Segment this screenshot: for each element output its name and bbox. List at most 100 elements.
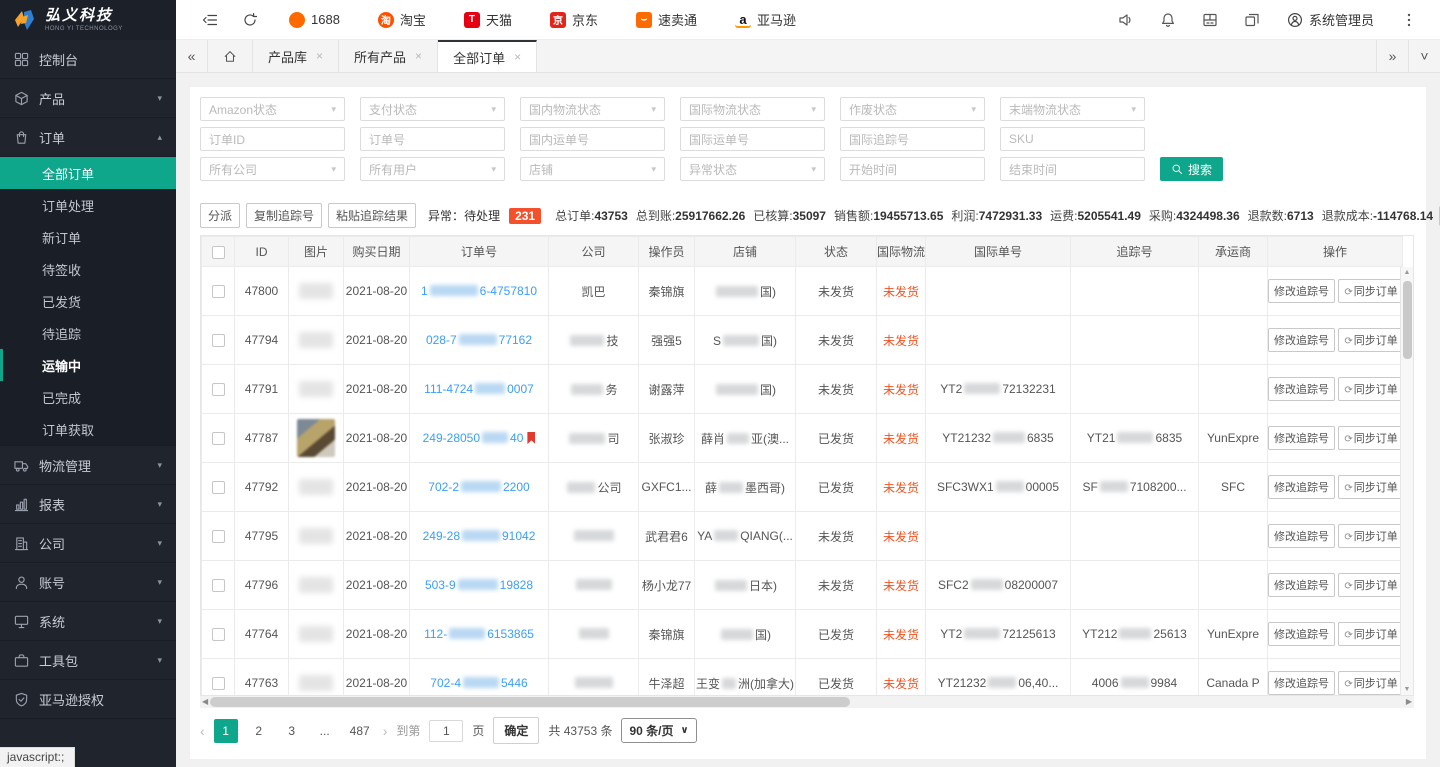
- marketplace-link-速卖通[interactable]: ⌣速卖通: [617, 0, 716, 39]
- sync-order-button[interactable]: ⟳同步订单: [1338, 328, 1402, 352]
- page-button-2[interactable]: 2: [247, 719, 271, 743]
- edit-tracking-button[interactable]: 修改追踪号: [1268, 279, 1335, 303]
- edit-tracking-button[interactable]: 修改追踪号: [1268, 573, 1335, 597]
- order-number-link[interactable]: 112-6153865: [424, 627, 534, 641]
- marketplace-link-1688[interactable]: 1688: [270, 0, 359, 39]
- page-button-487[interactable]: 487: [346, 719, 374, 743]
- sidebar-subitem-运输中[interactable]: 运输中: [0, 349, 176, 381]
- table-vertical-scrollbar[interactable]: ▲ ▼: [1400, 267, 1413, 695]
- row-checkbox[interactable]: [212, 285, 225, 298]
- filter-select-所有用户[interactable]: 所有用户▾: [360, 157, 505, 181]
- sidebar-subitem-订单获取[interactable]: 订单获取: [0, 413, 176, 445]
- tab-产品库[interactable]: 产品库×: [253, 40, 339, 72]
- sync-order-button[interactable]: ⟳同步订单: [1338, 426, 1402, 450]
- filter-input-国际追踪号[interactable]: 国际追踪号: [840, 127, 985, 151]
- sidebar-subitem-待追踪[interactable]: 待追踪: [0, 317, 176, 349]
- more-menu-button[interactable]: [1388, 0, 1430, 39]
- sidebar-item-订单[interactable]: 订单▴: [0, 118, 176, 157]
- tab-home[interactable]: [208, 40, 253, 72]
- edit-tracking-button[interactable]: 修改追踪号: [1268, 328, 1335, 352]
- filter-select-店铺[interactable]: 店铺▾: [520, 157, 665, 181]
- sidebar-subitem-订单处理[interactable]: 订单处理: [0, 189, 176, 221]
- toolbar-button-分派[interactable]: 分派: [200, 203, 240, 228]
- filter-select-Amazon状态[interactable]: Amazon状态▾: [200, 97, 345, 121]
- filter-select-异常状态[interactable]: 异常状态▾: [680, 157, 825, 181]
- tabs-scroll-right-button[interactable]: »: [1376, 40, 1408, 72]
- sync-order-button[interactable]: ⟳同步订单: [1338, 573, 1402, 597]
- notifications-button[interactable]: [1147, 0, 1189, 39]
- row-checkbox[interactable]: [212, 383, 225, 396]
- scroll-down-icon[interactable]: ▼: [1401, 686, 1413, 693]
- order-number-link[interactable]: 702-22200: [428, 480, 529, 494]
- order-number-link[interactable]: 702-45446: [430, 676, 527, 690]
- apps-button[interactable]: [1189, 0, 1231, 39]
- filter-input-SKU[interactable]: SKU: [1000, 127, 1145, 151]
- edit-tracking-button[interactable]: 修改追踪号: [1268, 524, 1335, 548]
- order-number-link[interactable]: 503-919828: [425, 578, 533, 592]
- filter-select-末端物流状态[interactable]: 末端物流状态▾: [1000, 97, 1145, 121]
- tab-所有产品[interactable]: 所有产品×: [339, 40, 438, 72]
- scroll-left-icon[interactable]: ◀: [202, 696, 208, 708]
- sidebar-item-账号[interactable]: 账号▾: [0, 563, 176, 602]
- order-number-link[interactable]: 028-777162: [426, 333, 532, 347]
- order-number-link[interactable]: 249-2805040: [423, 431, 524, 445]
- next-page-button[interactable]: ›: [383, 723, 388, 739]
- sync-order-button[interactable]: ⟳同步订单: [1338, 671, 1402, 695]
- row-checkbox[interactable]: [212, 432, 225, 445]
- sidebar-subitem-待签收[interactable]: 待签收: [0, 253, 176, 285]
- edit-tracking-button[interactable]: 修改追踪号: [1268, 426, 1335, 450]
- sidebar-item-控制台[interactable]: 控制台: [0, 40, 176, 79]
- edit-tracking-button[interactable]: 修改追踪号: [1268, 377, 1335, 401]
- edit-tracking-button[interactable]: 修改追踪号: [1268, 622, 1335, 646]
- row-checkbox[interactable]: [212, 579, 225, 592]
- horizontal-scroll-thumb[interactable]: [210, 697, 850, 707]
- sidebar-item-公司[interactable]: 公司▾: [0, 524, 176, 563]
- toolbar-button-复制追踪号[interactable]: 复制追踪号: [246, 203, 322, 228]
- toolbar-button-粘贴追踪结果[interactable]: 粘贴追踪结果: [328, 203, 416, 228]
- filter-input-国内运单号[interactable]: 国内运单号: [520, 127, 665, 151]
- filter-select-国际物流状态[interactable]: 国际物流状态▾: [680, 97, 825, 121]
- filter-input-国际运单号[interactable]: 国际运单号: [680, 127, 825, 151]
- scroll-up-icon[interactable]: ▲: [1401, 269, 1413, 276]
- table-horizontal-scrollbar[interactable]: ◀ ▶: [200, 696, 1414, 708]
- sidebar-subitem-新订单[interactable]: 新订单: [0, 221, 176, 253]
- sidebar-item-物流管理[interactable]: 物流管理▾: [0, 446, 176, 485]
- tab-close-icon[interactable]: ×: [316, 49, 323, 63]
- search-button[interactable]: 搜索: [1160, 157, 1223, 181]
- tab-close-icon[interactable]: ×: [415, 49, 422, 63]
- marketplace-link-京东[interactable]: 京京东: [531, 0, 617, 39]
- tab-close-icon[interactable]: ×: [514, 50, 521, 64]
- marketplace-link-天猫[interactable]: T天猫: [445, 0, 531, 39]
- filter-input-结束时间[interactable]: 结束时间: [1000, 157, 1145, 181]
- filter-select-国内物流状态[interactable]: 国内物流状态▾: [520, 97, 665, 121]
- sidebar-item-亚马逊授权[interactable]: 亚马逊授权: [0, 680, 176, 719]
- filter-select-作废状态[interactable]: 作废状态▾: [840, 97, 985, 121]
- page-button-1[interactable]: 1: [214, 719, 238, 743]
- refresh-button[interactable]: [230, 0, 270, 39]
- filter-input-订单号[interactable]: 订单号: [360, 127, 505, 151]
- tabs-scroll-left-button[interactable]: «: [176, 40, 208, 72]
- filter-input-订单ID[interactable]: 订单ID: [200, 127, 345, 151]
- sidebar-subitem-已发货[interactable]: 已发货: [0, 285, 176, 317]
- confirm-page-button[interactable]: 确定: [493, 717, 539, 744]
- tab-全部订单[interactable]: 全部订单×: [438, 40, 537, 72]
- switch-button[interactable]: [1231, 0, 1273, 39]
- sync-order-button[interactable]: ⟳同步订单: [1338, 622, 1402, 646]
- marketplace-link-亚马逊[interactable]: a亚马逊: [716, 0, 815, 39]
- page-size-select[interactable]: 90 条/页∨: [621, 718, 696, 743]
- prev-page-button[interactable]: ‹: [200, 723, 205, 739]
- row-checkbox[interactable]: [212, 677, 225, 690]
- select-all-checkbox[interactable]: [212, 246, 225, 259]
- order-number-link[interactable]: 16-4757810: [421, 284, 537, 298]
- sidebar-item-工具包[interactable]: 工具包▾: [0, 641, 176, 680]
- sync-order-button[interactable]: ⟳同步订单: [1338, 377, 1402, 401]
- edit-tracking-button[interactable]: 修改追踪号: [1268, 475, 1335, 499]
- sync-order-button[interactable]: ⟳同步订单: [1338, 279, 1402, 303]
- row-checkbox[interactable]: [212, 481, 225, 494]
- row-checkbox[interactable]: [212, 628, 225, 641]
- sidebar-item-系统[interactable]: 系统▾: [0, 602, 176, 641]
- filter-select-所有公司[interactable]: 所有公司▾: [200, 157, 345, 181]
- tabs-menu-button[interactable]: ˅: [1408, 40, 1440, 72]
- vertical-scroll-thumb[interactable]: [1403, 281, 1412, 359]
- sync-order-button[interactable]: ⟳同步订单: [1338, 524, 1402, 548]
